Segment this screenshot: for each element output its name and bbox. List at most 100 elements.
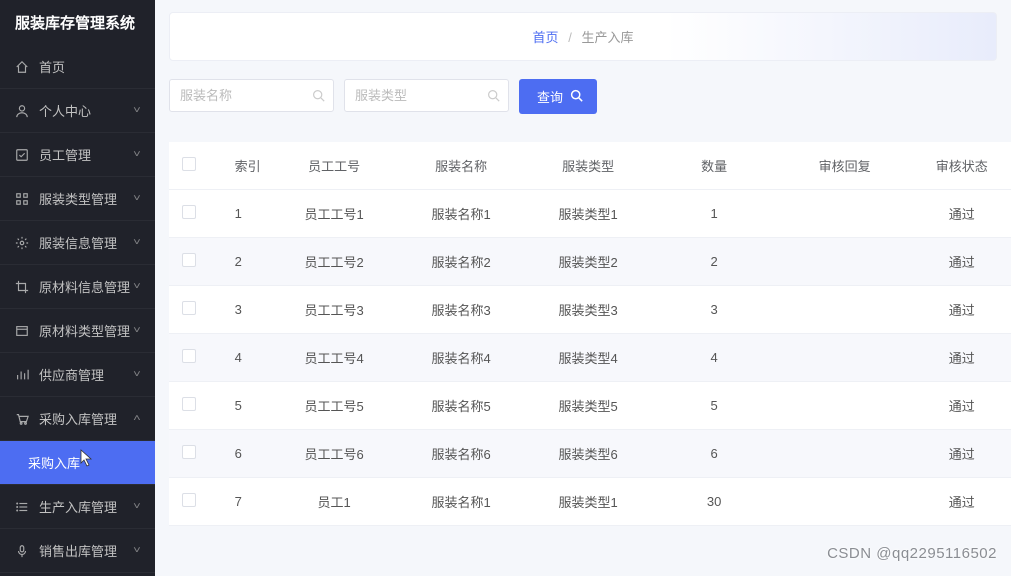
cell-emp: 员工工号4 (271, 334, 398, 382)
cell-emp: 员工1 (271, 478, 398, 526)
cell-qty: 6 (652, 430, 777, 478)
sidebar-item-5[interactable]: 原材料信息管理 (0, 265, 155, 309)
filter-name-wrap (169, 79, 334, 114)
cell-type: 服装类型1 (525, 190, 652, 238)
sidebar-item-0[interactable]: 首页 (0, 45, 155, 89)
row-checkbox[interactable] (169, 478, 209, 526)
cell-emp: 员工工号3 (271, 286, 398, 334)
sidebar-item-2[interactable]: 员工管理 (0, 133, 155, 177)
sidebar-item-label: 原材料信息管理 (39, 277, 134, 296)
cell-emp: 员工工号2 (271, 238, 398, 286)
row-checkbox[interactable] (169, 238, 209, 286)
cell-idx: 3 (209, 286, 271, 334)
table-row[interactable]: 2员工工号2服装名称2服装类型22通过 (169, 238, 1011, 286)
data-table: 索引员工工号服装名称服装类型数量审核回复审核状态 1员工工号1服装名称1服装类型… (169, 142, 1011, 526)
cell-idx: 6 (209, 430, 271, 478)
chevron-down-icon (133, 105, 141, 116)
sidebar-item-6[interactable]: 原材料类型管理 (0, 309, 155, 353)
filter-type-wrap (344, 79, 509, 114)
mic-icon (15, 544, 29, 558)
table-row[interactable]: 1员工工号1服装名称1服装类型11通过 (169, 190, 1011, 238)
search-icon (312, 89, 325, 105)
cell-qty: 5 (652, 382, 777, 430)
cell-type: 服装类型6 (525, 430, 652, 478)
check-square-icon (15, 148, 29, 162)
table-header: 索引员工工号服装名称服装类型数量审核回复审核状态 (169, 142, 1011, 190)
chevron-up-icon (133, 413, 141, 424)
table-row[interactable]: 6员工工号6服装名称6服装类型66通过 (169, 430, 1011, 478)
cell-idx: 2 (209, 238, 271, 286)
sidebar-item-10[interactable]: 生产入库管理 (0, 485, 155, 529)
sidebar-item-3[interactable]: 服装类型管理 (0, 177, 155, 221)
row-checkbox[interactable] (169, 286, 209, 334)
breadcrumb-separator: / (568, 30, 572, 45)
sidebar-item-7[interactable]: 供应商管理 (0, 353, 155, 397)
cell-name: 服装名称1 (398, 190, 525, 238)
table-row[interactable]: 5员工工号5服装名称5服装类型55通过 (169, 382, 1011, 430)
breadcrumb: 首页 / 生产入库 (169, 12, 997, 61)
header-checkbox[interactable] (169, 142, 209, 190)
sidebar-item-label: 采购入库 (28, 453, 140, 472)
bars-icon (15, 368, 29, 382)
sidebar-item-11[interactable]: 销售出库管理 (0, 529, 155, 573)
cell-emp: 员工工号1 (271, 190, 398, 238)
table-wrap: 索引员工工号服装名称服装类型数量审核回复审核状态 1员工工号1服装名称1服装类型… (169, 142, 1011, 576)
sidebar-item-label: 服装类型管理 (39, 189, 134, 208)
table-row[interactable]: 7员工1服装名称1服装类型130通过 (169, 478, 1011, 526)
cell-name: 服装名称4 (398, 334, 525, 382)
sidebar-item-9[interactable]: 采购入库 (0, 441, 155, 485)
search-icon (487, 89, 500, 105)
grid-icon (15, 192, 29, 206)
filter-name-input[interactable] (169, 79, 334, 112)
row-checkbox[interactable] (169, 382, 209, 430)
home-icon (15, 60, 29, 74)
cell-qty: 4 (652, 334, 777, 382)
sidebar-item-label: 销售出库管理 (39, 541, 134, 560)
col-header: 服装类型 (525, 142, 652, 190)
cell-idx: 4 (209, 334, 271, 382)
gear-icon (15, 236, 29, 250)
cell-status: 通过 (913, 334, 1011, 382)
user-icon (15, 104, 29, 118)
cell-status: 通过 (913, 190, 1011, 238)
sidebar-item-label: 供应商管理 (39, 365, 134, 384)
cell-name: 服装名称1 (398, 478, 525, 526)
sidebar: 服装库存管理系统 首页个人中心员工管理服装类型管理服装信息管理原材料信息管理原材… (0, 0, 155, 576)
cell-status: 通过 (913, 478, 1011, 526)
cell-name: 服装名称2 (398, 238, 525, 286)
cell-reply (777, 478, 913, 526)
query-button[interactable]: 查询 (519, 79, 597, 114)
sidebar-item-8[interactable]: 采购入库管理 (0, 397, 155, 441)
cell-qty: 1 (652, 190, 777, 238)
filter-bar: 查询 (155, 61, 1011, 124)
table-row[interactable]: 4员工工号4服装名称4服装类型44通过 (169, 334, 1011, 382)
filter-type-input[interactable] (344, 79, 509, 112)
breadcrumb-current: 生产入库 (581, 30, 633, 45)
row-checkbox[interactable] (169, 334, 209, 382)
cell-status: 通过 (913, 286, 1011, 334)
sidebar-item-label: 原材料类型管理 (39, 321, 134, 340)
table-row[interactable]: 3员工工号3服装名称3服装类型33通过 (169, 286, 1011, 334)
row-checkbox[interactable] (169, 190, 209, 238)
chevron-down-icon (133, 281, 141, 292)
col-header: 数量 (652, 142, 777, 190)
cell-type: 服装类型1 (525, 478, 652, 526)
table-body: 1员工工号1服装名称1服装类型11通过2员工工号2服装名称2服装类型22通过3员… (169, 190, 1011, 526)
menu: 首页个人中心员工管理服装类型管理服装信息管理原材料信息管理原材料类型管理供应商管… (0, 45, 155, 576)
cell-status: 通过 (913, 238, 1011, 286)
sidebar-item-4[interactable]: 服装信息管理 (0, 221, 155, 265)
cell-emp: 员工工号6 (271, 430, 398, 478)
cell-reply (777, 286, 913, 334)
cell-type: 服装类型3 (525, 286, 652, 334)
row-checkbox[interactable] (169, 430, 209, 478)
sidebar-item-label: 员工管理 (39, 145, 134, 164)
chevron-down-icon (133, 237, 141, 248)
col-header: 索引 (209, 142, 271, 190)
chevron-down-icon (133, 193, 141, 204)
sidebar-item-label: 生产入库管理 (39, 497, 134, 516)
search-icon (570, 89, 583, 105)
sidebar-item-label: 服装信息管理 (39, 233, 134, 252)
breadcrumb-home[interactable]: 首页 (533, 30, 559, 45)
sidebar-item-1[interactable]: 个人中心 (0, 89, 155, 133)
crop-icon (15, 280, 29, 294)
